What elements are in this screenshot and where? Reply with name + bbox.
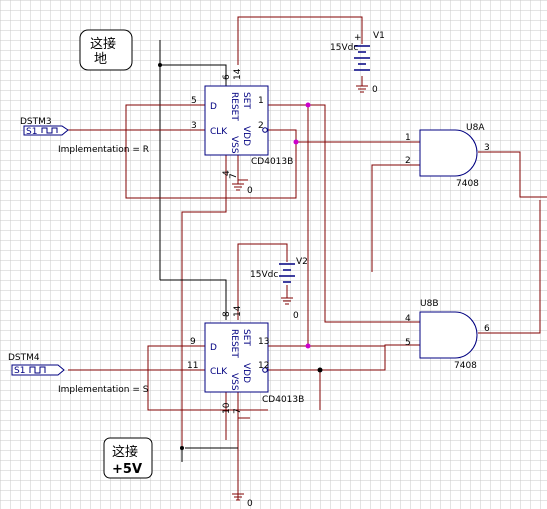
ff1-pin5: 5 [191, 96, 197, 106]
dstm3-ref: S1 [26, 127, 37, 137]
v2-value: 15Vdc [250, 270, 278, 280]
ff2-pin14: 14 [233, 305, 243, 317]
svg-text:VSS: VSS [229, 136, 239, 154]
ff2-gnd-label: 0 [247, 499, 253, 509]
svg-text:VDD: VDD [241, 126, 251, 146]
svg-text:VSS: VSS [229, 373, 239, 391]
note-bottom-line1: 这接 [112, 444, 138, 460]
note-bottom-line2: +5V [112, 462, 142, 477]
junction-qbar2 [317, 367, 323, 373]
note-top-line2: 地 [94, 52, 107, 67]
ff1-pin6: 6 [222, 74, 232, 80]
u8a-pin3: 3 [484, 143, 490, 153]
ff2-pin12: 12 [258, 361, 269, 371]
ff1-part: CD4013B [251, 157, 293, 167]
ff1-gnd-label: 0 [247, 186, 253, 196]
u8a-part: 7408 [456, 179, 479, 189]
ff2-d-label: D [210, 343, 217, 353]
svg-text:+: + [354, 33, 362, 43]
ff2-part: CD4013B [262, 395, 304, 405]
ff2-pin10: 10 [222, 402, 232, 414]
junction-q1 [305, 102, 311, 108]
svg-text:SET: SET [241, 329, 251, 346]
note-top-line1: 这接 [90, 36, 116, 52]
ff1-clk-label: CLK [210, 127, 228, 137]
ff2-pin7: 7 [233, 408, 243, 414]
u8b-pin6: 6 [484, 324, 490, 334]
u8a-name: U8A [466, 123, 485, 133]
u8b-name: U8B [420, 299, 439, 309]
ff2-clk-label: CLK [210, 367, 228, 377]
svg-text:SET: SET [241, 92, 251, 109]
svg-text:RESET: RESET [229, 329, 239, 358]
u8b-part: 7408 [454, 361, 477, 371]
junction-qbar1 [293, 139, 299, 145]
ff2-pin13: 13 [258, 337, 269, 347]
ff1-pin3: 3 [191, 121, 197, 131]
u8b-pin5: 5 [405, 338, 411, 348]
ff2-pin9: 9 [190, 337, 196, 347]
svg-text:RESET: RESET [229, 92, 239, 121]
dstm4-ref: S1 [14, 366, 25, 376]
ff1-pin14: 14 [233, 68, 243, 80]
junction-reset-top [158, 63, 162, 67]
schematic-canvas: D CLK RESET VSS SET VDD 5 3 1 2 4 7 6 14… [0, 0, 547, 509]
junction-q2 [305, 343, 311, 349]
u8b-pin4: 4 [405, 314, 411, 324]
ff2-pin11: 11 [187, 361, 198, 371]
dstm4-name: DSTM4 [8, 353, 40, 363]
dstm3-impl: Implementation = R [58, 145, 149, 155]
svg-text:VDD: VDD [241, 363, 251, 383]
note-bottom: 这接 +5V [103, 437, 153, 479]
junction-5v [180, 446, 184, 450]
v1-node: 0 [372, 85, 378, 95]
u8a-pin2: 2 [405, 156, 411, 166]
ff1-d-label: D [210, 102, 217, 112]
ff2-pin8: 8 [222, 311, 232, 317]
ff1-pin1: 1 [258, 96, 264, 106]
ff1-pin7: 7 [229, 173, 239, 179]
note-top: 这接 地 [79, 29, 133, 71]
v1-value: 15Vdc [330, 43, 358, 53]
grid-background [0, 0, 547, 509]
dstm4-impl: Implementation = S [58, 385, 149, 395]
u8a-pin1: 1 [405, 133, 411, 143]
ff1-pin2: 2 [258, 121, 264, 131]
v1-name: V1 [373, 31, 385, 41]
v2-name: V2 [296, 257, 308, 267]
v2-node: 0 [293, 311, 299, 321]
schematic: D CLK RESET VSS SET VDD 5 3 1 2 4 7 6 14… [0, 0, 547, 509]
